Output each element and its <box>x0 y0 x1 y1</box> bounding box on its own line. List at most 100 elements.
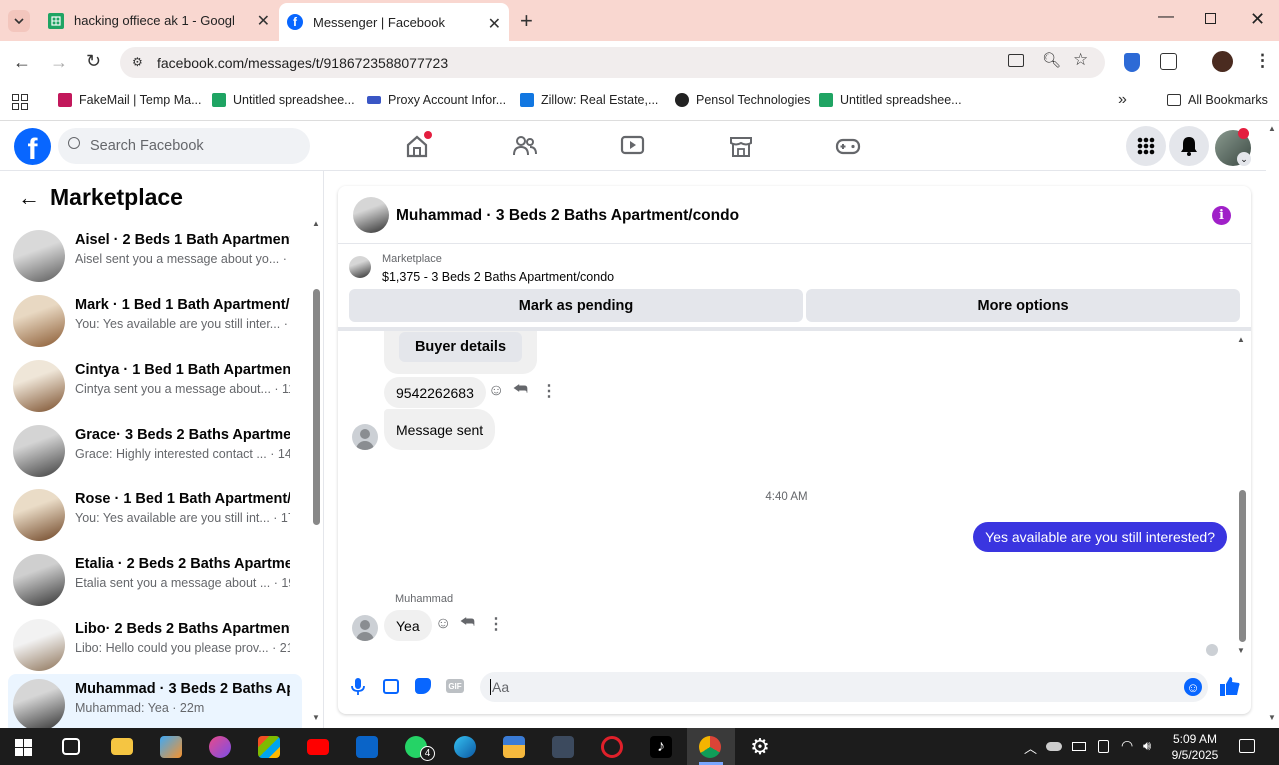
network-device-icon[interactable] <box>1098 740 1109 753</box>
sidebar-scrollbar[interactable] <box>313 289 320 525</box>
conversation-item[interactable]: Libo· 2 Beds 2 Baths Apartment... Libo: … <box>8 614 302 674</box>
store-icon[interactable] <box>258 736 280 758</box>
listing-title[interactable]: $1,375 - 3 Beds 2 Baths Apartment/condo <box>382 270 614 284</box>
tiktok-icon[interactable]: ♪ <box>650 736 672 758</box>
react-icon[interactable]: ☺ <box>488 382 504 400</box>
listing-thumbnail[interactable] <box>349 256 371 278</box>
url-field[interactable]: ⚙ facebook.com/messages/t/91867235880777… <box>120 47 1105 78</box>
like-icon[interactable] <box>1220 677 1240 696</box>
battery-icon[interactable] <box>1072 742 1086 751</box>
reply-icon[interactable]: ⮪ <box>460 614 475 632</box>
photo-icon[interactable] <box>383 679 399 694</box>
chat-scroll-up-icon[interactable]: ▲ <box>1237 335 1245 344</box>
phone-message[interactable]: 9542262683 <box>384 377 486 408</box>
notifications-button[interactable] <box>1169 126 1209 166</box>
gif-icon[interactable]: GIF <box>446 679 464 693</box>
volume-icon[interactable]: 🔊︎ <box>1143 738 1151 754</box>
conversation-item[interactable]: Aisel · 2 Beds 1 Bath Apartment/... Aise… <box>8 225 302 285</box>
bookmark-pensol[interactable]: Pensol Technologies <box>675 93 810 107</box>
bookmark-spreadsheet-2[interactable]: Untitled spreadshee... <box>819 93 962 107</box>
more-actions-icon[interactable]: ⋮ <box>541 381 557 401</box>
task-view-icon[interactable] <box>62 738 80 755</box>
facebook-logo[interactable]: f <box>14 128 51 165</box>
bookmark-fakemail[interactable]: FakeMail | Temp Ma... <box>58 93 202 107</box>
search-input[interactable]: Search Facebook <box>58 128 310 164</box>
close-window-button[interactable]: ✕ <box>1250 9 1265 30</box>
extensions-icon[interactable] <box>1160 53 1177 70</box>
conversation-item[interactable]: Mark · 1 Bed 1 Bath Apartment/... You: Y… <box>8 290 302 350</box>
opera-icon[interactable] <box>601 736 623 758</box>
reply-bubble[interactable]: Yea <box>384 610 432 641</box>
close-tab-icon[interactable]: ✕ <box>488 14 501 34</box>
edge-icon[interactable] <box>454 736 476 758</box>
install-icon[interactable] <box>1008 54 1024 67</box>
conversation-item-active[interactable]: Muhammad · 3 Beds 2 Baths Ap... Muhammad… <box>8 674 302 728</box>
buyer-details-button[interactable]: Buyer details <box>399 332 522 362</box>
site-info-icon[interactable]: ⚙ <box>132 55 143 69</box>
page-scroll-up-icon[interactable]: ▲ <box>1268 124 1276 133</box>
tray-chevron-icon[interactable]: ︿ <box>1024 738 1037 757</box>
chrome-icon[interactable] <box>699 736 721 758</box>
message-sent-bubble[interactable]: Message sent <box>384 409 496 450</box>
all-bookmarks[interactable]: All Bookmarks <box>1167 93 1268 107</box>
sidebar-scroll-down-icon[interactable]: ▼ <box>312 713 320 722</box>
new-tab-button[interactable]: + <box>520 8 533 34</box>
microphone-icon[interactable] <box>351 678 365 695</box>
account-avatar[interactable]: ⌄ <box>1215 128 1251 166</box>
conversation-item[interactable]: Rose · 1 Bed 1 Bath Apartment/c... You: … <box>8 484 302 544</box>
copilot-icon[interactable] <box>160 736 182 758</box>
whatsapp-icon[interactable]: 4 <box>405 736 435 761</box>
start-icon[interactable] <box>15 739 32 756</box>
onedrive-icon[interactable] <box>1046 742 1062 751</box>
reply-icon[interactable]: ⮪ <box>513 381 528 399</box>
conversation-item[interactable]: Cintya · 1 Bed 1 Bath Apartment... Cinty… <box>8 355 302 415</box>
chat-title[interactable]: Muhammad · 3 Beds 2 Baths Apartment/cond… <box>396 207 739 225</box>
video-icon[interactable] <box>620 133 646 159</box>
browser-menu-icon[interactable]: ⋮ <box>1254 51 1271 71</box>
clock-date[interactable]: 9/5/2025 <box>1165 748 1225 762</box>
app-icon[interactable] <box>552 736 574 758</box>
minimize-button[interactable]: — <box>1158 8 1174 26</box>
apps-grid-icon[interactable] <box>12 94 28 110</box>
home-icon[interactable] <box>404 131 432 159</box>
shield-extension-icon[interactable] <box>1124 53 1140 72</box>
my-message-bubble[interactable]: Yes available are you still interested? <box>973 522 1227 552</box>
tab-google-sheets[interactable]: hacking offiece ak 1 - Google Sh ✕ <box>38 0 278 41</box>
emoji-icon[interactable]: ☺ <box>1184 678 1202 696</box>
bookmark-proxy[interactable]: Proxy Account Infor... <box>367 93 506 107</box>
chat-scroll-down-icon[interactable]: ▼ <box>1237 646 1245 655</box>
zoom-icon[interactable]: 🔍︎ <box>1042 51 1061 69</box>
bookmark-spreadsheet-1[interactable]: Untitled spreadshee... <box>212 93 355 107</box>
reload-icon[interactable]: ↻ <box>86 51 101 72</box>
page-scroll-down-icon[interactable]: ▼ <box>1268 713 1276 722</box>
more-bookmarks-icon[interactable]: » <box>1118 91 1127 109</box>
friends-icon[interactable] <box>512 133 538 159</box>
bookmark-zillow[interactable]: Zillow: Real Estate,... <box>520 93 658 107</box>
restore-button[interactable] <box>1205 13 1216 24</box>
sidebar-scroll-up-icon[interactable]: ▲ <box>312 219 320 228</box>
wifi-icon[interactable]: ◠ <box>1121 737 1133 754</box>
marketplace-icon[interactable] <box>728 133 754 159</box>
youtube-icon[interactable] <box>307 739 329 755</box>
file-explorer-icon[interactable] <box>111 738 133 755</box>
forward-icon[interactable]: → <box>50 52 68 73</box>
profile-avatar[interactable] <box>1212 51 1233 72</box>
paint-icon[interactable] <box>209 736 231 758</box>
settings-icon[interactable]: ⚙ <box>749 736 771 758</box>
chat-scrollbar[interactable] <box>1239 490 1246 642</box>
more-options-button[interactable]: More options <box>806 289 1240 322</box>
react-icon[interactable]: ☺ <box>435 615 451 633</box>
medal-app-icon[interactable] <box>503 736 525 758</box>
back-arrow-icon[interactable]: ← <box>18 185 40 211</box>
outlook-icon[interactable] <box>356 736 378 758</box>
menu-grid-button[interactable] <box>1126 126 1166 166</box>
mark-pending-button[interactable]: Mark as pending <box>349 289 803 322</box>
star-icon[interactable]: ☆ <box>1073 50 1088 70</box>
message-input[interactable]: Aa ☺ <box>480 672 1208 702</box>
chat-avatar[interactable] <box>353 197 389 233</box>
clock-time[interactable]: 5:09 AM <box>1165 732 1225 746</box>
more-actions-icon[interactable]: ⋮ <box>488 614 504 634</box>
tab-messenger[interactable]: f Messenger | Facebook ✕ <box>279 3 509 41</box>
notification-center-icon[interactable] <box>1239 739 1255 753</box>
sticker-icon[interactable] <box>415 678 431 694</box>
